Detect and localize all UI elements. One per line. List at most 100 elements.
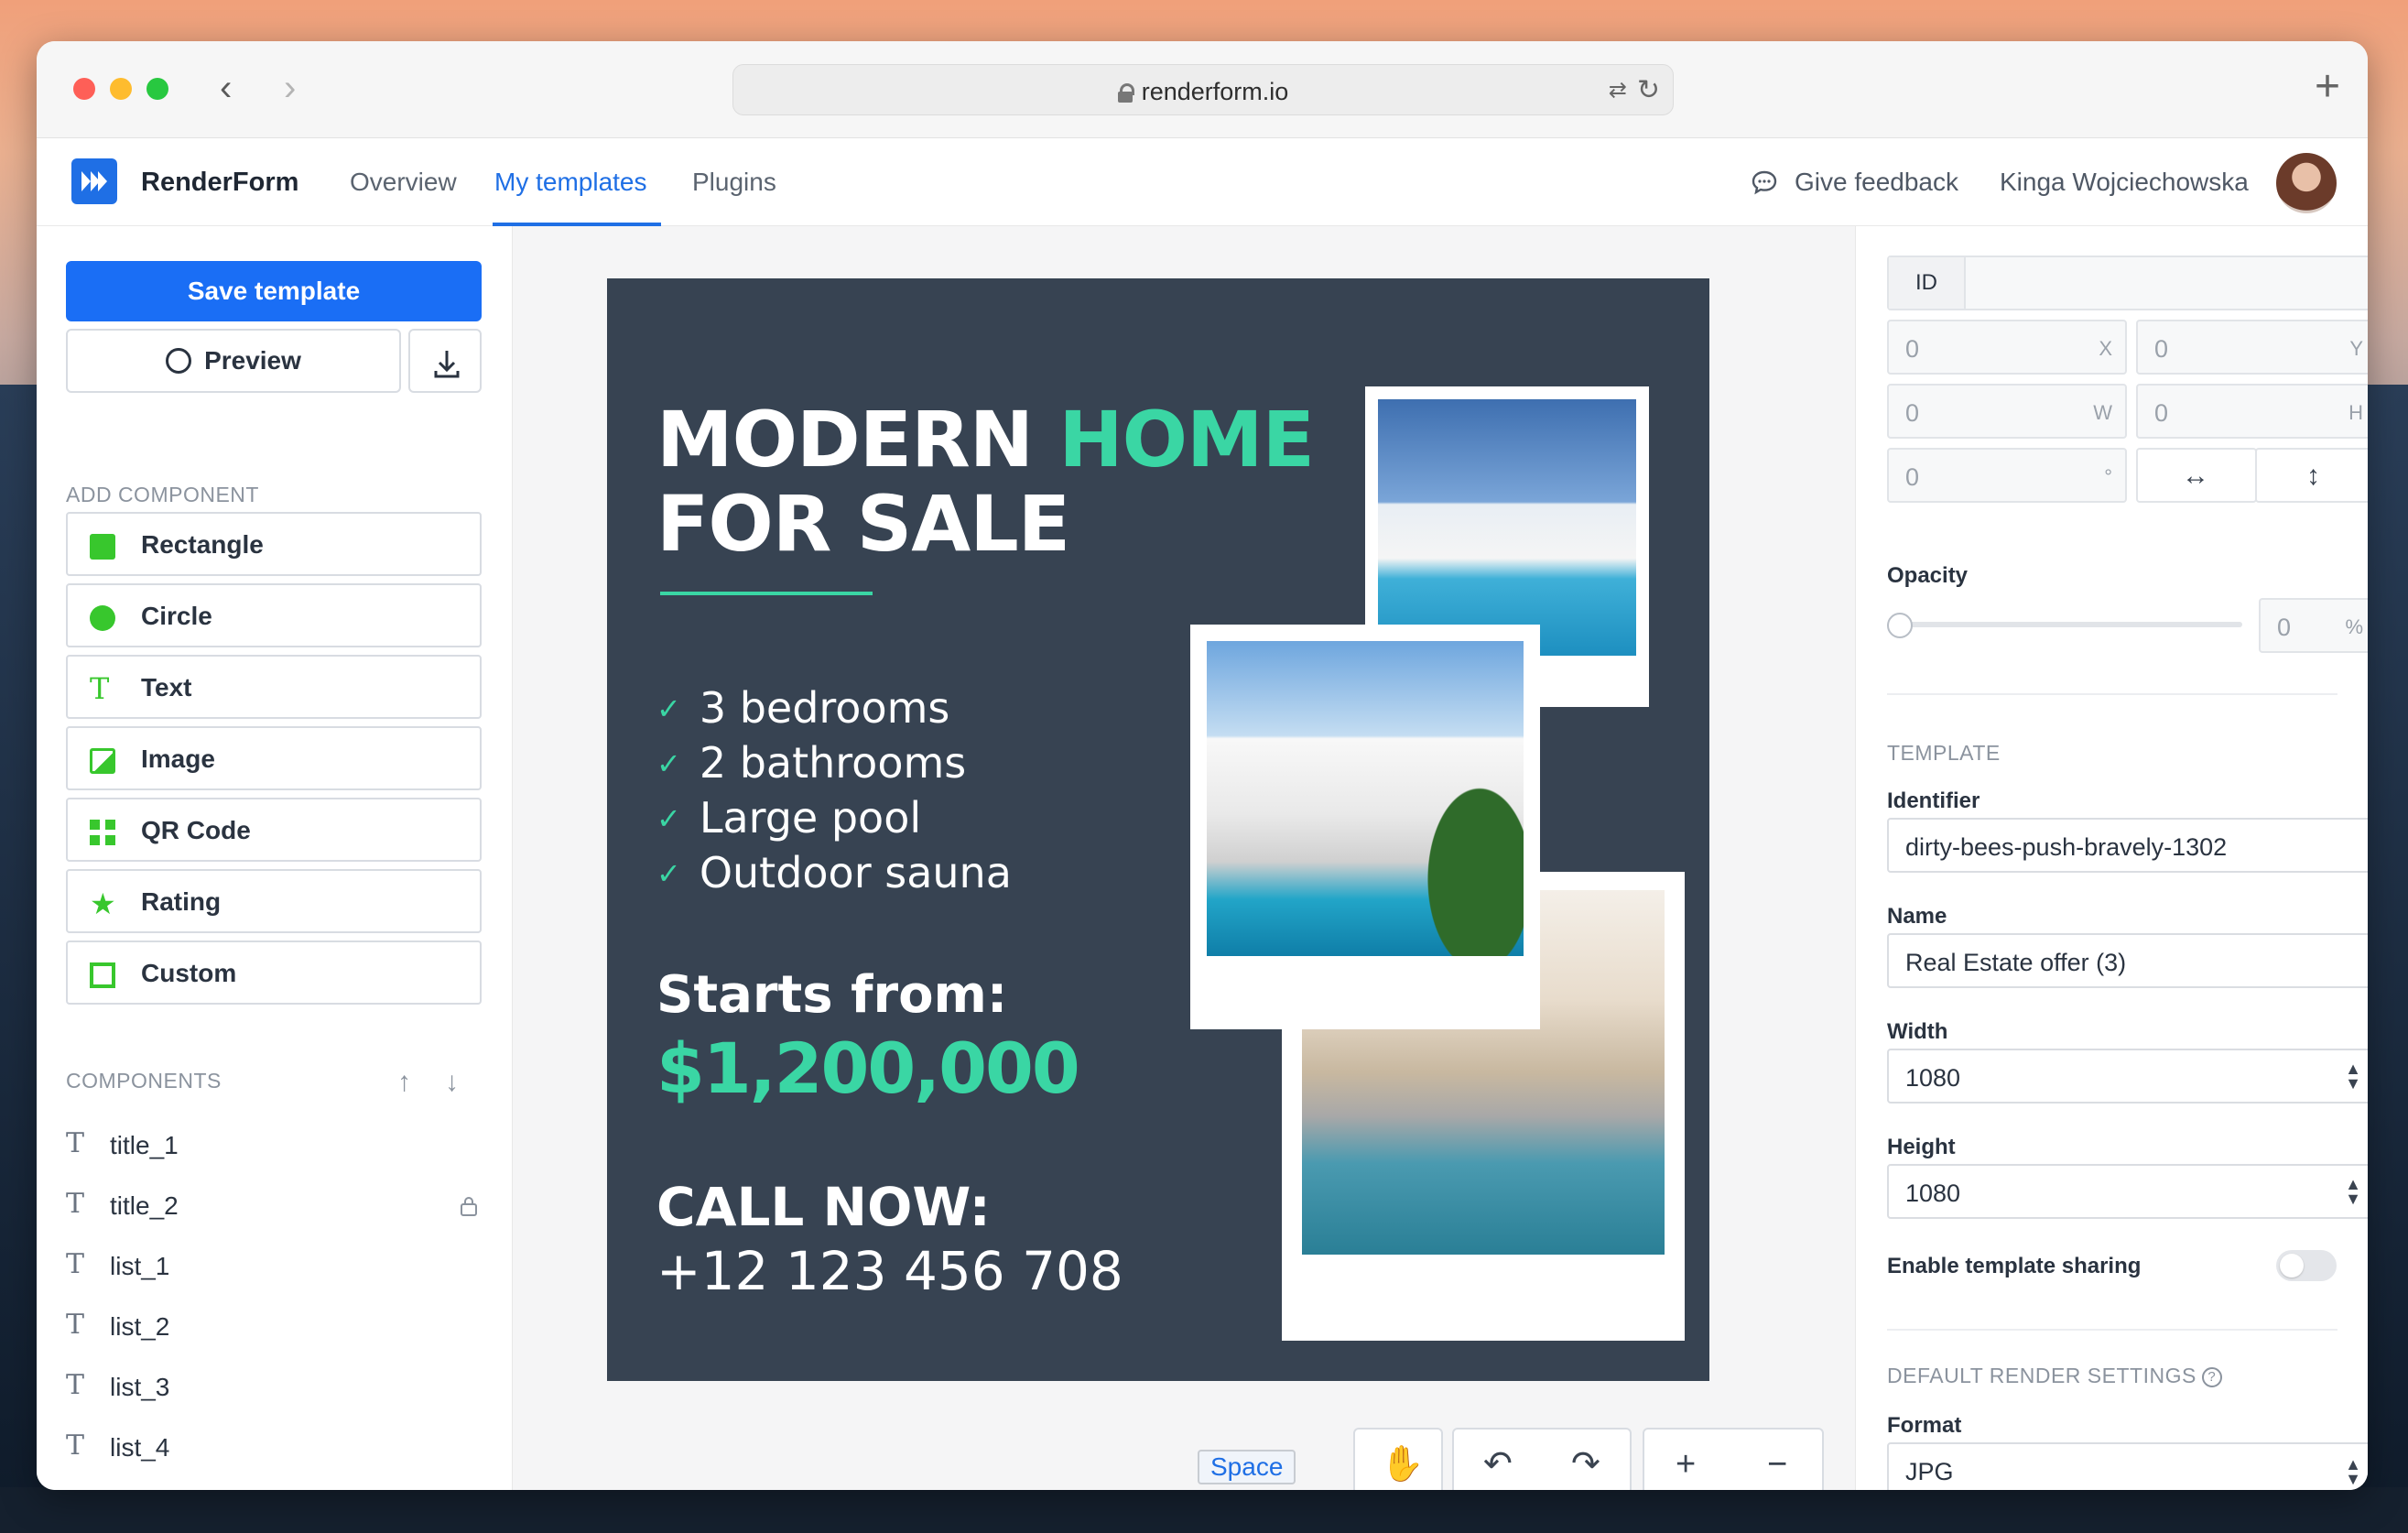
add-text-button[interactable]: T Text bbox=[66, 655, 482, 719]
tab-plugins[interactable]: Plugins bbox=[692, 168, 776, 197]
y-position-input[interactable]: 0Y bbox=[2136, 320, 2368, 375]
layer-label: title_2 bbox=[110, 1191, 179, 1220]
tree-shape bbox=[1414, 764, 1524, 956]
components-heading: COMPONENTS bbox=[66, 1069, 222, 1093]
redo-icon[interactable]: ↷ bbox=[1571, 1441, 1600, 1488]
brand-name[interactable]: RenderForm bbox=[141, 168, 298, 198]
stepper-icon[interactable]: ▲ ▼ bbox=[2345, 1060, 2361, 1092]
properties-panel: ID 0X 0Y 0W 0H 0 ° ↔ ↕ Opacity 0% TEMPLAT… bbox=[1855, 226, 2368, 1490]
template-sharing-toggle[interactable] bbox=[2276, 1250, 2337, 1281]
layer-item[interactable]: Ttitle_2 bbox=[66, 1182, 487, 1228]
add-image-button[interactable]: Image bbox=[66, 726, 482, 790]
avatar[interactable] bbox=[2276, 153, 2337, 213]
poster-price[interactable]: $1,200,000 bbox=[656, 1027, 1080, 1109]
preview-button[interactable]: Preview bbox=[66, 329, 401, 393]
stepper-icon[interactable]: ▲ ▼ bbox=[2345, 1176, 2361, 1207]
new-tab-plus-icon[interactable]: + bbox=[2315, 61, 2340, 112]
layer-item[interactable]: Tlist_3 bbox=[66, 1364, 487, 1409]
opacity-input[interactable]: 0% bbox=[2259, 598, 2368, 653]
close-window-button[interactable] bbox=[73, 78, 95, 100]
rotation-input[interactable]: 0 ° bbox=[1887, 448, 2127, 503]
width-input[interactable]: 0W bbox=[1887, 384, 2127, 439]
add-custom-button[interactable]: Custom bbox=[66, 940, 482, 1005]
forward-arrow-icon[interactable]: › bbox=[284, 67, 296, 109]
format-label: Format bbox=[1887, 1413, 1962, 1438]
layer-item[interactable]: Tlist_2 bbox=[66, 1303, 487, 1349]
flip-vertical-button[interactable]: ↕ bbox=[2255, 448, 2368, 503]
poster-photo-2[interactable] bbox=[1190, 625, 1540, 1029]
layer-item[interactable]: Ttitle_1 bbox=[66, 1122, 487, 1168]
translate-icon[interactable]: ⇄ bbox=[1609, 77, 1627, 103]
reload-icon[interactable]: ↻ bbox=[1637, 74, 1660, 106]
back-arrow-icon[interactable]: ‹ bbox=[220, 67, 232, 109]
name-input[interactable]: Real Estate offer (3) bbox=[1887, 933, 2368, 988]
maximize-window-button[interactable] bbox=[146, 78, 168, 100]
villa-photo-image bbox=[1207, 641, 1524, 956]
poster-starts-label[interactable]: Starts from: bbox=[656, 965, 1007, 1025]
id-field[interactable]: ID bbox=[1887, 256, 2368, 310]
zoom-controls: + − bbox=[1643, 1428, 1824, 1490]
chat-bubble-icon[interactable] bbox=[1751, 169, 1778, 195]
add-circle-button[interactable]: Circle bbox=[66, 583, 482, 647]
height-label: Height bbox=[1887, 1135, 1956, 1159]
text-layer-icon: T bbox=[66, 1127, 85, 1159]
rectangle-icon bbox=[90, 534, 115, 560]
poster-phone[interactable]: +12 123 456 708 bbox=[656, 1240, 1123, 1302]
download-button[interactable] bbox=[408, 329, 482, 393]
tab-my-templates[interactable]: My templates bbox=[494, 168, 647, 197]
template-height-input[interactable]: 1080 ▲ ▼ bbox=[1887, 1164, 2368, 1219]
poster-call-label[interactable]: CALL NOW: bbox=[656, 1176, 991, 1238]
template-width-input[interactable]: 1080 ▲ ▼ bbox=[1887, 1049, 2368, 1104]
x-position-input[interactable]: 0X bbox=[1887, 320, 2127, 375]
poster-title-accent: HOME bbox=[1058, 395, 1315, 484]
lock-icon[interactable] bbox=[458, 1195, 480, 1217]
user-name[interactable]: Kinga Wojciechowska bbox=[2000, 168, 2249, 197]
divider bbox=[1887, 693, 2337, 695]
lock-icon bbox=[1117, 83, 1134, 103]
custom-icon bbox=[90, 962, 115, 988]
download-icon bbox=[434, 351, 460, 378]
aperture-icon bbox=[166, 348, 192, 374]
identifier-input[interactable]: dirty-bees-push-bravely-1302 bbox=[1887, 818, 2368, 873]
poster-title[interactable]: MODERN HOME FOR SALE bbox=[656, 395, 1315, 566]
undo-icon[interactable]: ↶ bbox=[1483, 1441, 1513, 1488]
poster-title-line1: MODERN bbox=[656, 395, 1059, 484]
template-heading: TEMPLATE bbox=[1887, 741, 2001, 765]
give-feedback-link[interactable]: Give feedback bbox=[1795, 168, 1958, 197]
address-bar[interactable]: renderform.io ⇄ ↻ bbox=[732, 64, 1674, 115]
flip-horizontal-button[interactable]: ↔ bbox=[2136, 448, 2257, 503]
add-rating-button[interactable]: ★ Rating bbox=[66, 869, 482, 933]
canvas-area[interactable]: MODERN HOME FOR SALE ✓ 3 bedrooms ✓ 2 bathr… bbox=[513, 226, 1855, 1490]
add-rectangle-button[interactable]: Rectangle bbox=[66, 512, 482, 576]
height-input[interactable]: 0H bbox=[2136, 384, 2368, 439]
move-up-arrow-icon[interactable]: ↑ bbox=[397, 1067, 411, 1098]
opacity-slider-handle[interactable] bbox=[1887, 613, 1913, 638]
renderform-logo-icon[interactable] bbox=[71, 158, 117, 204]
layer-item[interactable]: Tlist_4 bbox=[66, 1424, 487, 1470]
left-sidebar: Save template Preview ADD COMPONENT Rect… bbox=[37, 226, 513, 1490]
checkmark-icon: ✓ bbox=[656, 801, 681, 836]
help-icon[interactable]: ? bbox=[2201, 1367, 2222, 1387]
template-canvas[interactable]: MODERN HOME FOR SALE ✓ 3 bedrooms ✓ 2 bathr… bbox=[607, 278, 1709, 1381]
layer-item[interactable]: Tprice bbox=[66, 1484, 487, 1490]
star-icon: ★ bbox=[90, 887, 116, 920]
minimize-window-button[interactable] bbox=[110, 78, 132, 100]
poster-feature-list[interactable]: ✓ 3 bedrooms ✓ 2 bathrooms ✓ Large pool ✓ Ou… bbox=[656, 681, 1012, 901]
layer-item[interactable]: Tlist_1 bbox=[66, 1243, 487, 1288]
text-layer-icon: T bbox=[66, 1188, 85, 1220]
poster-accent-rule[interactable] bbox=[660, 592, 873, 595]
zoom-out-minus-icon[interactable]: − bbox=[1767, 1441, 1787, 1488]
zoom-in-plus-icon[interactable]: + bbox=[1676, 1441, 1696, 1488]
pan-tool-button[interactable]: ✋ bbox=[1353, 1428, 1443, 1490]
poster-list-item: ✓ Outdoor sauna bbox=[656, 846, 1012, 901]
opacity-slider-track[interactable] bbox=[1887, 622, 2242, 627]
add-rating-label: Rating bbox=[141, 887, 222, 916]
save-template-button[interactable]: Save template bbox=[66, 261, 482, 321]
add-qr-code-button[interactable]: QR Code bbox=[66, 798, 482, 862]
layer-label: list_3 bbox=[110, 1373, 170, 1401]
format-select[interactable]: JPG ▲ ▼ bbox=[1887, 1442, 2368, 1490]
move-down-arrow-icon[interactable]: ↓ bbox=[445, 1067, 459, 1098]
divider bbox=[1887, 1329, 2337, 1331]
history-controls: ↶ ↷ bbox=[1452, 1428, 1632, 1490]
tab-overview[interactable]: Overview bbox=[350, 168, 457, 197]
